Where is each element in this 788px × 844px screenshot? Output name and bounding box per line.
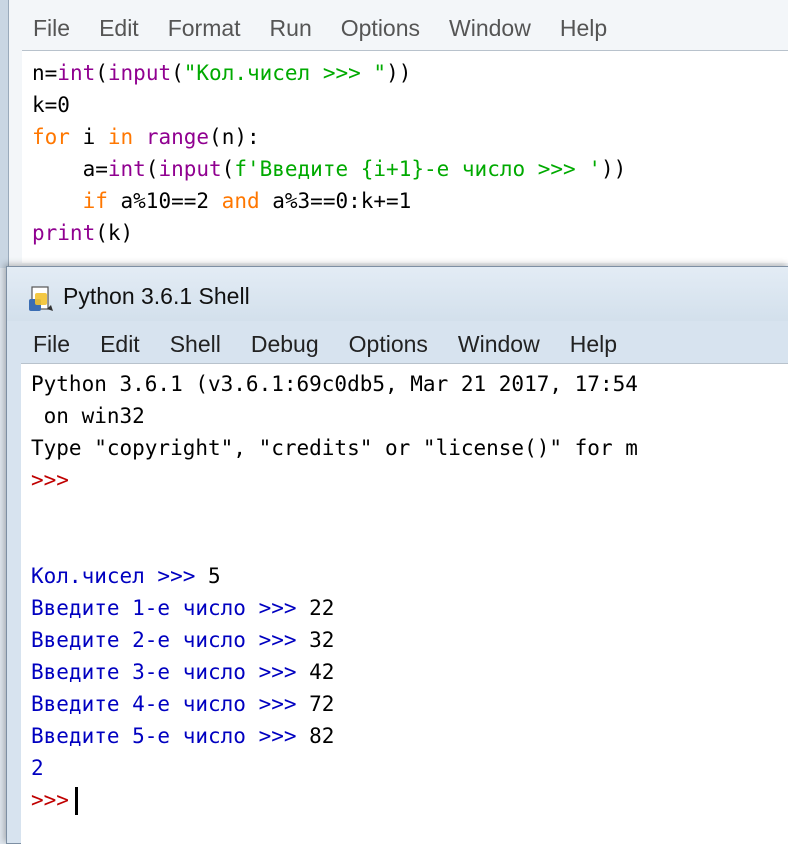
code-token: k=0 [32,93,70,117]
code-token: "Кол.чисел >>> " [183,61,387,85]
shell-output-token: Кол.чисел >>> [31,564,209,588]
code-token: ( [95,61,108,85]
shell-titlebar[interactable]: Python 3.6.1 Shell [7,267,788,321]
code-line: for i in range(n): [32,121,260,153]
shell-output-line: Введите 5-е число >>> 82 [31,720,334,752]
code-token: )) [386,61,412,85]
shell-output-token: >>> [31,468,69,492]
editor-menu-format[interactable]: Format [168,15,241,42]
shell-output-token: >>> [31,788,69,812]
code-token: input [107,61,172,85]
code-token: a%10==2 [107,189,222,213]
code-token: ( [145,157,159,181]
code-token: for [32,125,70,149]
shell-menu-help[interactable]: Help [570,331,617,358]
shell-output-line: Python 3.6.1 (v3.6.1:69c0db5, Mar 21 201… [31,368,638,400]
shell-output-token: on win32 [31,404,145,428]
code-line: a=int(input(f'Введите {i+1}-е число >>> … [32,153,627,185]
code-token: int [107,157,146,181]
shell-output-token: 5 [208,564,221,588]
code-token: print [32,221,96,245]
code-token: range [145,125,210,149]
shell-menu-edit[interactable]: Edit [100,331,140,358]
code-token: a= [32,157,108,181]
editor-menu-edit[interactable]: Edit [99,15,139,42]
code-editor-area[interactable]: n=int(input("Кол.чисел >>> ")) k=0 for i i… [22,50,788,263]
shell-output-token: 22 [309,596,335,620]
shell-output-line: on win32 [31,400,145,432]
text-cursor [74,787,78,815]
code-token: in [107,125,134,149]
code-token: (k) [95,221,134,245]
shell-output-token: Type "copyright", "credits" or "license(… [31,436,638,460]
shell-output-line: Кол.чисел >>> 5 [31,560,221,592]
shell-menu-shell[interactable]: Shell [170,331,221,358]
shell-menubar: File Edit Shell Debug Options Window Help [33,327,647,361]
shell-output-line: >>> [31,784,78,816]
editor-menu-options[interactable]: Options [341,15,420,42]
shell-menu-file[interactable]: File [33,331,70,358]
editor-menu-run[interactable]: Run [270,15,312,42]
shell-output-area[interactable]: Python 3.6.1 (v3.6.1:69c0db5, Mar 21 201… [21,363,788,844]
code-line: print(k) [32,217,133,249]
code-token: and [221,189,260,213]
shell-menu-debug[interactable]: Debug [251,331,319,358]
shell-menu-window[interactable]: Window [458,331,540,358]
code-token: (n): [209,125,260,149]
shell-output-line: Введите 1-е число >>> 22 [31,592,334,624]
shell-output-token: 32 [309,628,335,652]
shell-output-token: Python 3.6.1 (v3.6.1:69c0db5, Mar 21 201… [31,372,638,396]
shell-window: Python 3.6.1 Shell File Edit Shell Debug Opt… [6,266,788,844]
shell-output-token: 82 [309,724,335,748]
code-token: int [57,61,96,85]
shell-output-token: 2 [31,756,44,780]
code-token: a%3==0:k+=1 [259,189,412,213]
editor-menubar: File Edit Format Run Options Window Help [33,10,636,46]
code-line: k=0 [32,89,70,121]
code-token: i [69,125,108,149]
shell-output-line: Введите 4-е число >>> 72 [31,688,334,720]
shell-output-token: Введите 1-е число >>> [31,596,310,620]
editor-menu-window[interactable]: Window [449,15,531,42]
shell-output-token: 42 [309,660,335,684]
code-token: ( [221,157,235,181]
python-file-icon [29,286,53,311]
editor-menu-file[interactable]: File [33,15,70,42]
shell-output-token: Введите 2-е число >>> [31,628,310,652]
shell-output-line: Введите 3-е число >>> 42 [31,656,334,688]
shell-title: Python 3.6.1 Shell [63,283,250,309]
shell-output-line: >>> [31,464,69,496]
editor-menu-help[interactable]: Help [560,15,607,42]
window-edge [0,0,9,268]
code-token: )) [600,157,627,181]
shell-output-line: Type "copyright", "credits" or "license(… [31,432,638,464]
code-token: input [158,157,222,181]
shell-output-line: 2 [31,752,44,784]
shell-output-line: Введите 2-е число >>> 32 [31,624,334,656]
shell-output-token: Введите 4-е число >>> [31,692,310,716]
code-token: ( [171,61,184,85]
shell-output-token: Введите 5-е число >>> [31,724,310,748]
code-token: if [82,189,108,213]
code-line: n=int(input("Кол.чисел >>> ")) [32,57,411,89]
code-line: if a%10==2 and a%3==0:k+=1 [32,185,412,217]
shell-output-token: Введите 3-е число >>> [31,660,310,684]
shell-menu-options[interactable]: Options [349,331,428,358]
shell-output-token: 72 [309,692,335,716]
code-token: n= [32,61,58,85]
code-token: f'Введите {i+1}-е число >>> ' [234,157,601,181]
editor-window: File Edit Format Run Options Window Help n=int… [0,0,788,268]
